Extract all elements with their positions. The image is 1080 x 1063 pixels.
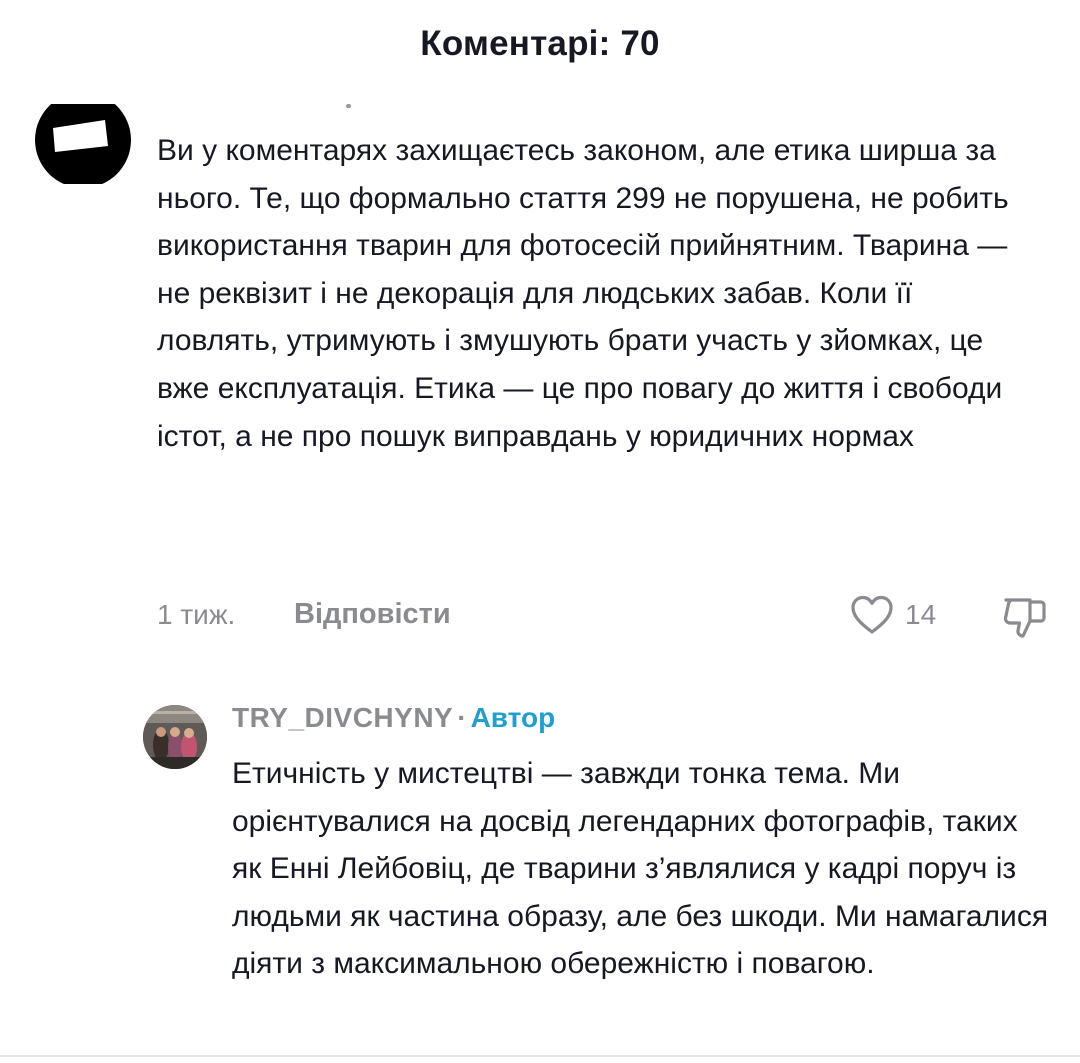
reply-button[interactable]: Відповісти xyxy=(294,598,451,631)
comments-title: Коментарі: 70 xyxy=(420,24,660,63)
author-badge: Автор xyxy=(470,702,556,733)
comment-text: Ви у коментарях захищаєтесь законом, але… xyxy=(157,134,1009,453)
comment-timestamp: 1 тиж. xyxy=(157,599,236,630)
comment-item: Ви у коментарях захищаєтесь законом, але… xyxy=(0,100,1080,660)
thumbs-down-icon[interactable] xyxy=(1002,595,1048,639)
heart-icon[interactable] xyxy=(850,595,894,635)
separator-dot: · xyxy=(457,702,467,733)
reply-text: Етичність у мистецтві — завжди тонка тем… xyxy=(232,757,1049,981)
commenter-avatar[interactable] xyxy=(34,104,132,184)
reply-item: TRY_DIVCHYNY · Автор Етичність у мистецтві… xyxy=(0,700,1080,1063)
like-count: 14 xyxy=(905,599,937,630)
author-avatar[interactable] xyxy=(143,705,207,769)
decorative-dot xyxy=(346,104,351,108)
bottom-divider xyxy=(0,1055,1080,1057)
reply-username[interactable]: TRY_DIVCHYNY xyxy=(232,702,453,733)
comment-actions: 1 тиж. Відповісти 14 xyxy=(157,595,1047,639)
reply-header: TRY_DIVCHYNY · Автор xyxy=(232,702,555,734)
